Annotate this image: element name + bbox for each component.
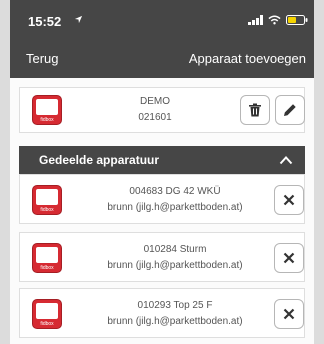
shared-device-info: 010293 Top 25 F brunn (jilg.h@parkettbod… bbox=[75, 298, 275, 330]
pencil-icon bbox=[284, 104, 296, 116]
status-bar: 15:52 bbox=[10, 0, 314, 38]
device-logo: fidbox bbox=[32, 185, 62, 215]
shared-device-name: 010293 Top 25 F bbox=[137, 300, 213, 311]
shared-device-owner: brunn (jilg.h@parkettboden.at) bbox=[107, 260, 243, 271]
chevron-up-icon[interactable] bbox=[279, 154, 293, 166]
shared-device-owner: brunn (jilg.h@parkettboden.at) bbox=[107, 202, 243, 213]
nav-bar: Terug Apparaat toevoegen bbox=[10, 38, 314, 78]
remove-shared-button[interactable] bbox=[274, 185, 304, 215]
shared-device-info: 004683 DG 42 WKÜ brunn (jilg.h@parkettbo… bbox=[75, 184, 275, 216]
shared-device-card: fidbox 004683 DG 42 WKÜ brunn (jilg.h@pa… bbox=[19, 174, 305, 224]
delete-button[interactable] bbox=[240, 95, 270, 125]
shared-device-info: 010284 Sturm brunn (jilg.h@parkettboden.… bbox=[75, 242, 275, 274]
device-logo: fidbox bbox=[32, 299, 62, 329]
location-arrow-icon bbox=[74, 15, 83, 24]
close-icon bbox=[283, 194, 295, 206]
device-logo: fidbox bbox=[32, 243, 62, 273]
edit-button[interactable] bbox=[275, 95, 305, 125]
shared-device-card: fidbox 010293 Top 25 F brunn (jilg.h@par… bbox=[19, 288, 305, 338]
wifi-icon bbox=[268, 15, 281, 25]
own-device-id: 021601 bbox=[138, 112, 172, 123]
remove-shared-button[interactable] bbox=[274, 299, 304, 329]
device-logo: fidbox bbox=[32, 95, 62, 125]
battery-icon bbox=[286, 15, 308, 25]
trash-icon bbox=[249, 103, 261, 117]
shared-section-header[interactable]: Gedeelde apparatuur bbox=[19, 146, 305, 174]
signal-icon bbox=[248, 15, 263, 25]
status-time: 15:52 bbox=[28, 14, 62, 29]
own-device-card: fidbox DEMO 021601 bbox=[19, 87, 305, 133]
add-device-button[interactable]: Apparaat toevoegen bbox=[189, 51, 306, 66]
back-button[interactable]: Terug bbox=[26, 51, 59, 66]
shared-device-card: fidbox 010284 Sturm brunn (jilg.h@parket… bbox=[19, 232, 305, 282]
shared-device-name: 010284 Sturm bbox=[143, 244, 207, 255]
shared-device-name: 004683 DG 42 WKÜ bbox=[129, 186, 221, 197]
close-icon bbox=[283, 252, 295, 264]
section-title: Gedeelde apparatuur bbox=[39, 153, 160, 167]
close-icon bbox=[283, 308, 295, 320]
own-device-info: DEMO 021601 bbox=[80, 94, 230, 126]
content-area: fidbox DEMO 021601 Gedeelde apparatuur f… bbox=[10, 78, 314, 344]
own-device-name: DEMO bbox=[140, 96, 170, 107]
remove-shared-button[interactable] bbox=[274, 243, 304, 273]
shared-device-owner: brunn (jilg.h@parkettboden.at) bbox=[107, 316, 243, 327]
